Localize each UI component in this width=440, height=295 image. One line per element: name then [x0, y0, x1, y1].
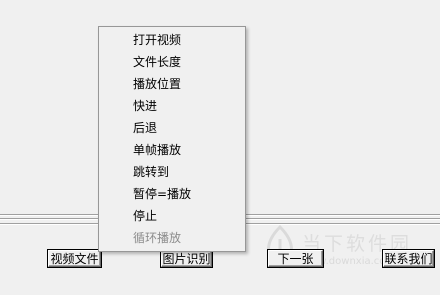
- menu-item-file-length[interactable]: 文件长度: [133, 51, 181, 73]
- menu-item-stop[interactable]: 停止: [133, 205, 157, 227]
- menu-item-fast-forward[interactable]: 快进: [133, 95, 157, 117]
- menu-item-play-position[interactable]: 播放位置: [133, 73, 181, 95]
- menu-item-jump-to[interactable]: 跳转到: [133, 161, 169, 183]
- menu-item-pause-play[interactable]: 暂停=播放: [133, 183, 191, 205]
- contact-us-button[interactable]: 联系我们: [383, 250, 434, 267]
- next-button[interactable]: 下一张: [268, 250, 323, 267]
- video-file-button[interactable]: 视频文件: [48, 250, 101, 267]
- image-recognition-button[interactable]: 图片识别: [161, 250, 212, 267]
- app-window: 当下软件园 www.downxia.com 视频文件 图片识别 下一张 联系我们…: [0, 0, 440, 295]
- menu-item-open-video[interactable]: 打开视频: [133, 29, 181, 51]
- menu-item-rewind[interactable]: 后退: [133, 117, 157, 139]
- menu-item-frame-step[interactable]: 单帧播放: [133, 139, 181, 161]
- context-menu: 打开视频 文件长度 播放位置 快进 后退 单帧播放 跳转到 暂停=播放 停止 循…: [98, 26, 246, 252]
- menu-item-loop-play: 循环播放: [133, 231, 182, 245]
